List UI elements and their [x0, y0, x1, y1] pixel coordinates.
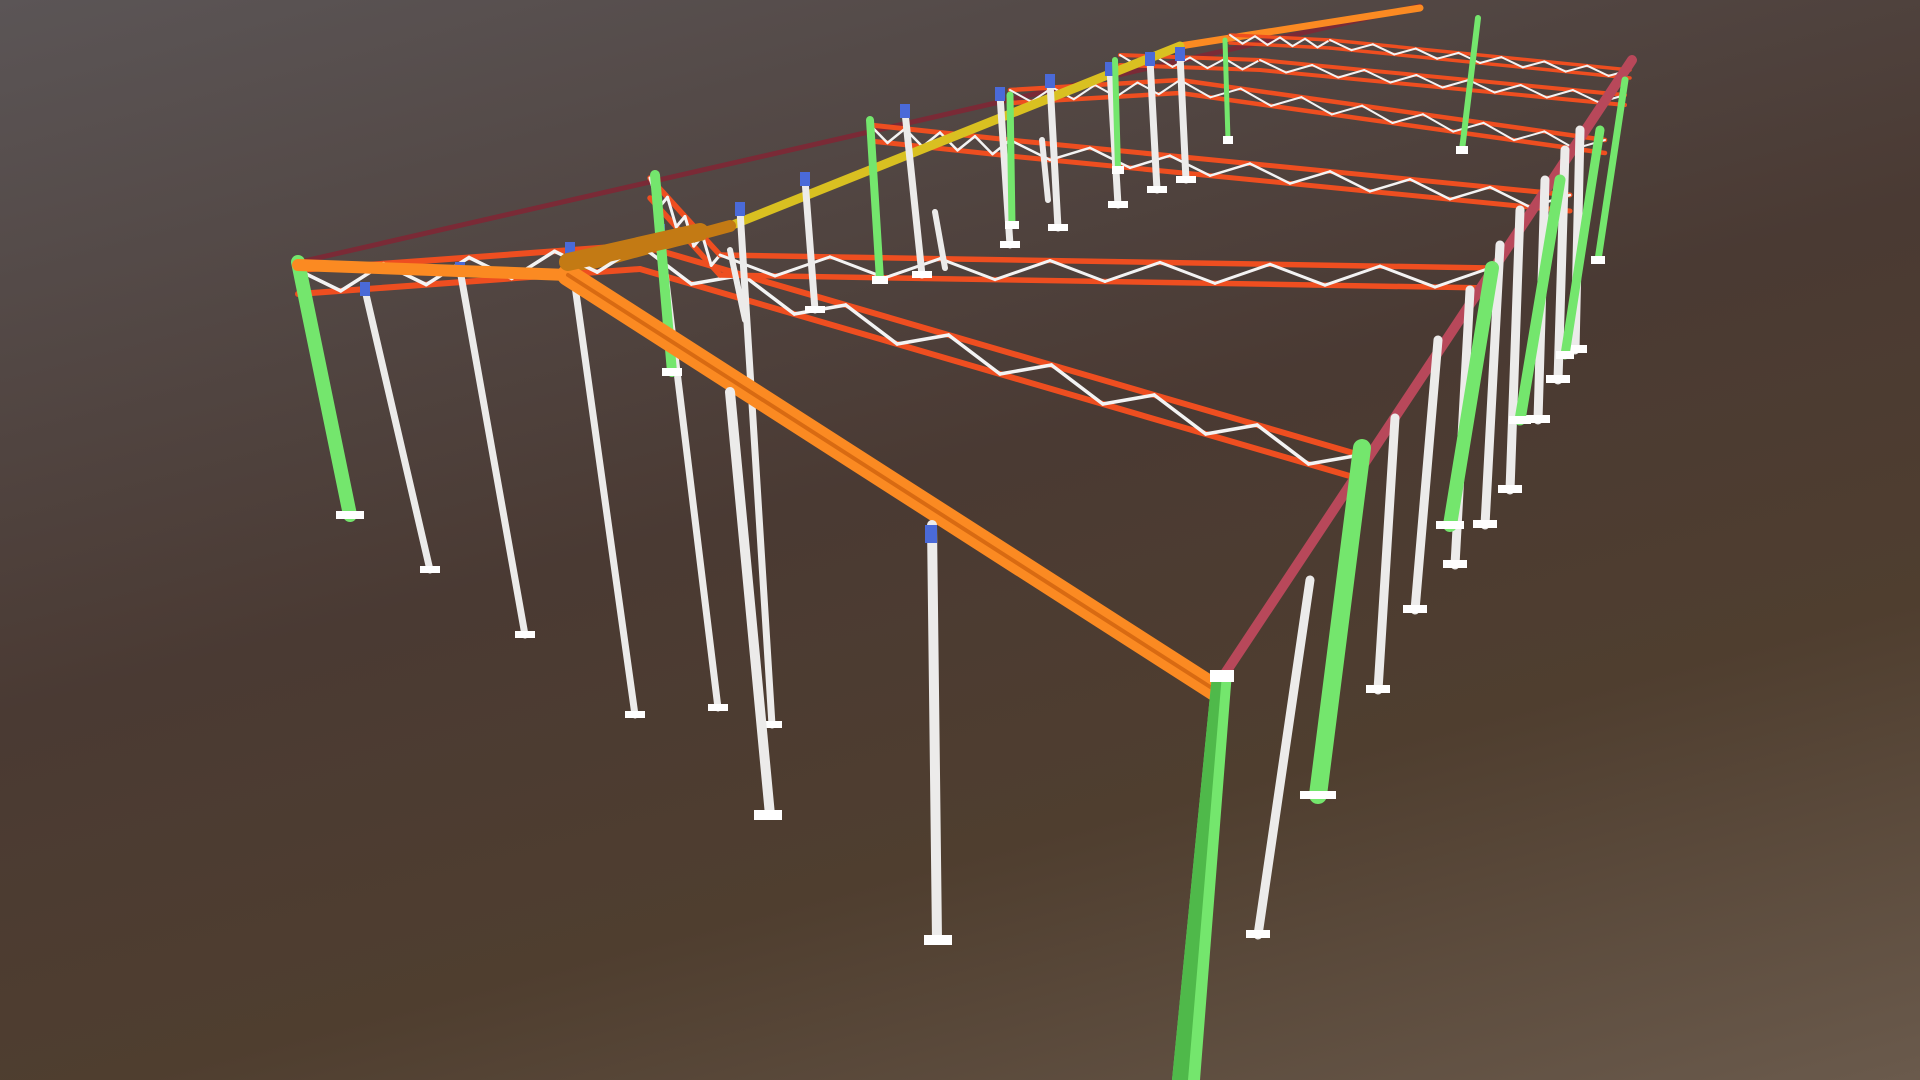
side-column-6: [1505, 205, 1525, 495]
roof-truss-4: [1007, 77, 1608, 156]
truss-web-member: [773, 255, 832, 278]
connector-plate: [1145, 52, 1155, 66]
steel-frame-model[interactable]: [0, 0, 1920, 1080]
truss-web-member: [1128, 154, 1172, 170]
connector-plate: [360, 282, 370, 296]
truss-web-member: [1441, 79, 1470, 89]
truss-web-member: [1323, 264, 1382, 287]
base-plate: [1498, 485, 1522, 493]
truss-top-chord: [717, 252, 1493, 271]
base-plate: [924, 935, 952, 945]
gable-rafter-edge: [566, 273, 1217, 692]
truss-web-member: [674, 215, 687, 229]
base-plate: [872, 276, 888, 284]
truss-web-member: [1208, 162, 1252, 177]
base-plate: [1246, 930, 1270, 938]
column-cap-plate: [1210, 670, 1234, 682]
truss-web-member: [1436, 51, 1460, 60]
near-structure: [292, 15, 1637, 1080]
truss-web-member: [1330, 104, 1364, 116]
truss-top-chord: [1177, 77, 1608, 143]
truss-web-member: [1564, 64, 1589, 73]
connector-plate: [900, 104, 910, 118]
base-plate: [1546, 375, 1570, 383]
base-plate: [708, 704, 728, 711]
right-eave-beam: [1217, 55, 1637, 683]
gable-column-1: [361, 286, 434, 574]
truss-web-member: [1452, 121, 1485, 133]
ridge-beam-far: [1176, 4, 1424, 50]
base-plate: [754, 810, 782, 820]
truss-web-member: [1512, 130, 1546, 142]
base-plate: [1436, 521, 1464, 529]
truss-web-member: [1203, 423, 1259, 436]
truss-web-member: [1493, 84, 1522, 94]
connector-plate: [800, 172, 810, 186]
gable-column-9: [1046, 78, 1062, 232]
base-plate: [1000, 241, 1020, 248]
base-plate: [1112, 166, 1124, 174]
truss-web-member: [1337, 69, 1366, 79]
base-plate: [336, 511, 364, 519]
base-plate: [912, 271, 932, 278]
truss-web-member: [1391, 113, 1424, 124]
base-plate: [1443, 560, 1467, 568]
front-gable-column-2: [927, 520, 942, 945]
truss-web-member: [998, 363, 1054, 376]
3d-viewport[interactable]: [0, 0, 1920, 1080]
truss-web-member: [886, 127, 907, 145]
truss-web-member: [1448, 185, 1492, 201]
base-plate: [1108, 201, 1128, 208]
truss-web-member: [1545, 89, 1574, 99]
truss-web-member: [1393, 47, 1417, 56]
truss-web-member: [1103, 260, 1162, 283]
base-plate: [1403, 605, 1427, 613]
base-plate: [625, 711, 645, 718]
base-plate: [1366, 685, 1390, 693]
base-plate: [1591, 256, 1605, 264]
truss-web-member: [1368, 178, 1412, 193]
truss-web-member: [1213, 262, 1272, 285]
truss-web-member: [1350, 43, 1374, 52]
side-column-1: [1253, 575, 1315, 940]
base-plate: [1048, 224, 1068, 231]
truss-web-member: [1285, 64, 1314, 74]
truss-web-member: [1288, 170, 1332, 185]
base-plate: [1556, 351, 1574, 359]
portal-column-4: [1006, 91, 1016, 229]
connector-plate: [1045, 74, 1055, 88]
portal-column-5: [1112, 57, 1121, 173]
base-plate: [420, 566, 440, 573]
base-plate: [1473, 520, 1497, 528]
base-plate: [1456, 146, 1468, 154]
base-plate: [1300, 791, 1336, 799]
gable-column-2: [456, 266, 529, 639]
base-plate: [1509, 416, 1531, 424]
base-plate: [1176, 176, 1196, 183]
base-plate: [515, 631, 535, 638]
roof-truss-2: [647, 175, 1493, 291]
connector-plate: [995, 87, 1005, 101]
truss-web-member: [1479, 56, 1503, 64]
base-plate: [1147, 186, 1167, 193]
connector-plate: [925, 525, 937, 543]
interior-column-3: [1039, 137, 1051, 203]
truss-web-member: [1389, 74, 1418, 84]
truss-top-chord: [1007, 137, 1573, 198]
base-plate: [662, 368, 682, 376]
truss-web-member: [1521, 60, 1546, 69]
truss-web-member: [895, 333, 951, 346]
base-plate: [1005, 221, 1019, 229]
base-plate: [805, 306, 825, 313]
side-column-2: [1373, 413, 1400, 695]
portal-column-6: [1222, 37, 1231, 143]
truss-web-member: [1101, 393, 1157, 406]
truss-web-member: [993, 259, 1052, 282]
connector-plate: [735, 202, 745, 216]
connector-plate: [1175, 47, 1185, 61]
base-plate: [1223, 136, 1233, 144]
portal-column-1: [291, 255, 357, 522]
truss-web-member: [1270, 96, 1303, 107]
